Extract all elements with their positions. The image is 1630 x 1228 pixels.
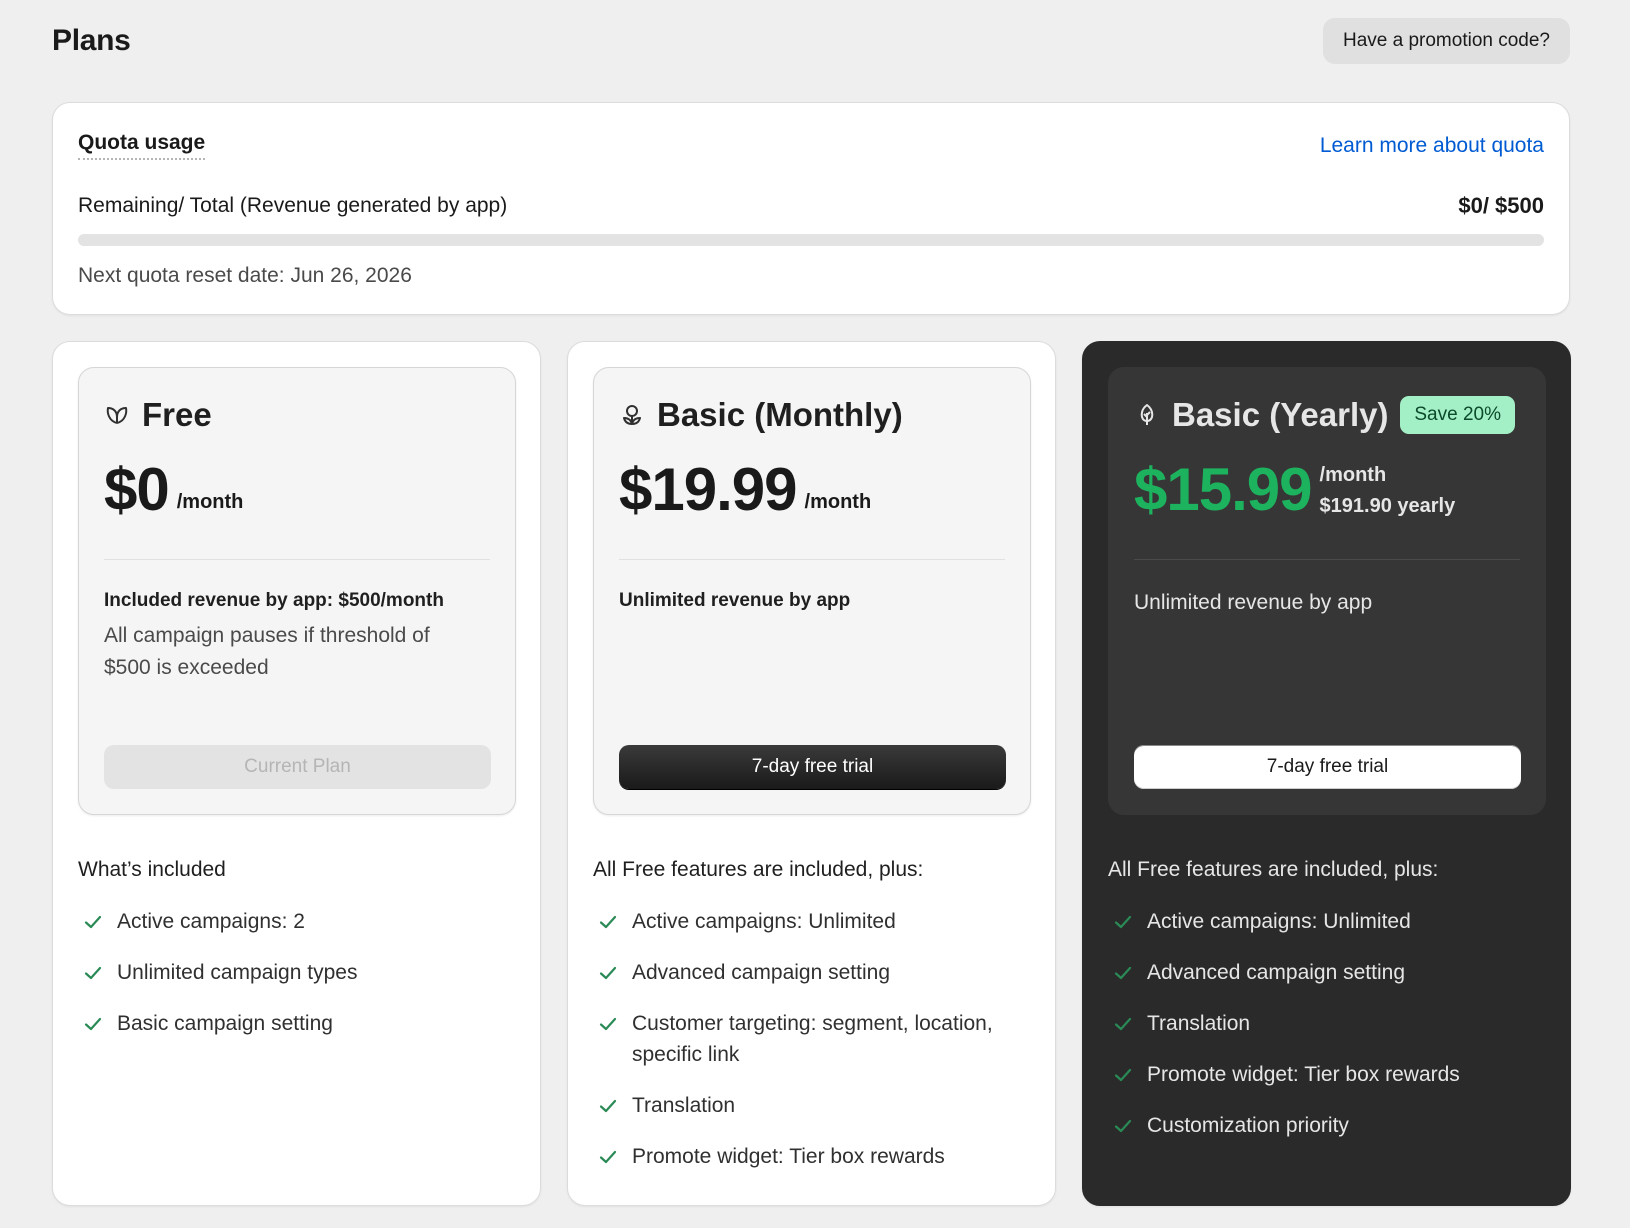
check-icon [1113,1059,1135,1090]
features-heading: What’s included [78,858,226,881]
divider [1134,559,1520,560]
list-item: Active campaigns: Unlimited [598,906,1028,937]
list-item: Basic campaign setting [83,1008,513,1039]
check-icon [83,1008,105,1039]
feature-list: Active campaigns: Unlimited Advanced cam… [1113,906,1543,1161]
feature-text: Active campaigns: Unlimited [632,910,896,933]
page-title: Plans [52,24,131,57]
check-icon [83,957,105,988]
feature-text: Customer targeting: segment, location, s… [632,1012,993,1066]
plan-name: Basic (Monthly) [657,396,903,433]
feature-list: Active campaigns: 2 Unlimited campaign t… [83,906,513,1059]
plan-name: Basic (Yearly) [1172,396,1389,433]
list-item: Translation [598,1090,1028,1121]
save-badge: Save 20% [1400,396,1515,434]
plan-price: $0 [104,456,170,523]
check-icon [598,1141,620,1172]
quota-usage-card: Quota usage Learn more about quota Remai… [52,102,1570,315]
feature-text: Promote widget: Tier box rewards [632,1145,945,1168]
feature-text: Customization priority [1147,1114,1349,1137]
quota-usage-title[interactable]: Quota usage [78,131,206,160]
feature-list: Active campaigns: Unlimited Advanced cam… [598,906,1028,1192]
check-icon [1113,957,1135,988]
list-item: Promote widget: Tier box rewards [598,1141,1028,1172]
feature-text: Translation [1147,1012,1251,1035]
quota-label: Remaining/ Total (Revenue generated by a… [78,194,508,217]
check-icon [1113,906,1135,937]
feature-text: Advanced campaign setting [632,961,890,984]
features-heading: All Free features are included, plus: [1108,858,1439,881]
list-item: Promote widget: Tier box rewards [1113,1059,1543,1090]
tree-icon [1134,402,1160,428]
learn-more-quota-link[interactable]: Learn more about quota [1320,134,1544,158]
price-period: /month [1319,464,1387,486]
page-header: Plans Have a promotion code? [52,18,1570,64]
check-icon [598,957,620,988]
plan-price: $19.99 [619,456,798,523]
promotion-code-button[interactable]: Have a promotion code? [1322,18,1570,64]
list-item: Customization priority [1113,1110,1543,1141]
plan-summary-free: Free $0 /month Included revenue by app: … [78,367,516,815]
feature-text: Basic campaign setting [117,1012,333,1035]
divider [619,559,1005,560]
plan-summary-basic-monthly: Basic (Monthly) $19.99 /month Unlimited … [593,367,1031,815]
feature-text: Translation [632,1094,736,1117]
revenue-title: Unlimited revenue by app [619,590,851,611]
quota-progress-bar [78,234,1544,246]
list-item: Active campaigns: 2 [83,906,513,937]
quota-reset-date: Next quota reset date: Jun 26, 2026 [78,264,412,287]
plan-card-basic-monthly: Basic (Monthly) $19.99 /month Unlimited … [567,341,1056,1206]
check-icon [83,906,105,937]
free-trial-button[interactable]: 7-day free trial [619,745,1006,789]
feature-text: Advanced campaign setting [1147,961,1405,984]
divider [104,559,490,560]
feature-text: Promote widget: Tier box rewards [1147,1063,1460,1086]
current-plan-button[interactable]: Current Plan [104,745,491,789]
list-item: Translation [1113,1008,1543,1039]
feature-text: Active campaigns: Unlimited [1147,910,1411,933]
list-item: Advanced campaign setting [1113,957,1543,988]
plan-card-free: Free $0 /month Included revenue by app: … [52,341,541,1206]
yearly-price: $191.90 yearly [1319,495,1456,517]
list-item: Advanced campaign setting [598,957,1028,988]
plan-price: $15.99 [1134,456,1313,523]
check-icon [1113,1110,1135,1141]
quota-value: $0/ $500 [1458,193,1544,218]
features-heading: All Free features are included, plus: [593,858,924,881]
list-item: Unlimited campaign types [83,957,513,988]
check-icon [598,906,620,937]
free-trial-button[interactable]: 7-day free trial [1134,745,1521,789]
revenue-note: All campaign pauses if threshold of $500… [104,624,430,679]
plan-name: Free [142,396,212,433]
revenue-title: Unlimited revenue by app [1134,591,1373,614]
list-item: Customer targeting: segment, location, s… [598,1008,1028,1070]
list-item: Active campaigns: Unlimited [1113,906,1543,937]
leaf-icon [104,402,130,428]
price-period: /month [804,491,872,513]
sprout-icon [619,402,645,428]
feature-text: Active campaigns: 2 [117,910,305,933]
price-period: /month [176,491,244,513]
check-icon [598,1008,620,1039]
revenue-title: Included revenue by app: $500/month [104,590,444,611]
feature-text: Unlimited campaign types [117,961,358,984]
plan-card-basic-yearly: Basic (Yearly) Save 20% $15.99 /month $1… [1082,341,1571,1206]
plan-summary-basic-yearly: Basic (Yearly) Save 20% $15.99 /month $1… [1108,367,1546,815]
check-icon [1113,1008,1135,1039]
price-period-stack: /month $191.90 yearly [1320,464,1456,518]
check-icon [598,1090,620,1121]
